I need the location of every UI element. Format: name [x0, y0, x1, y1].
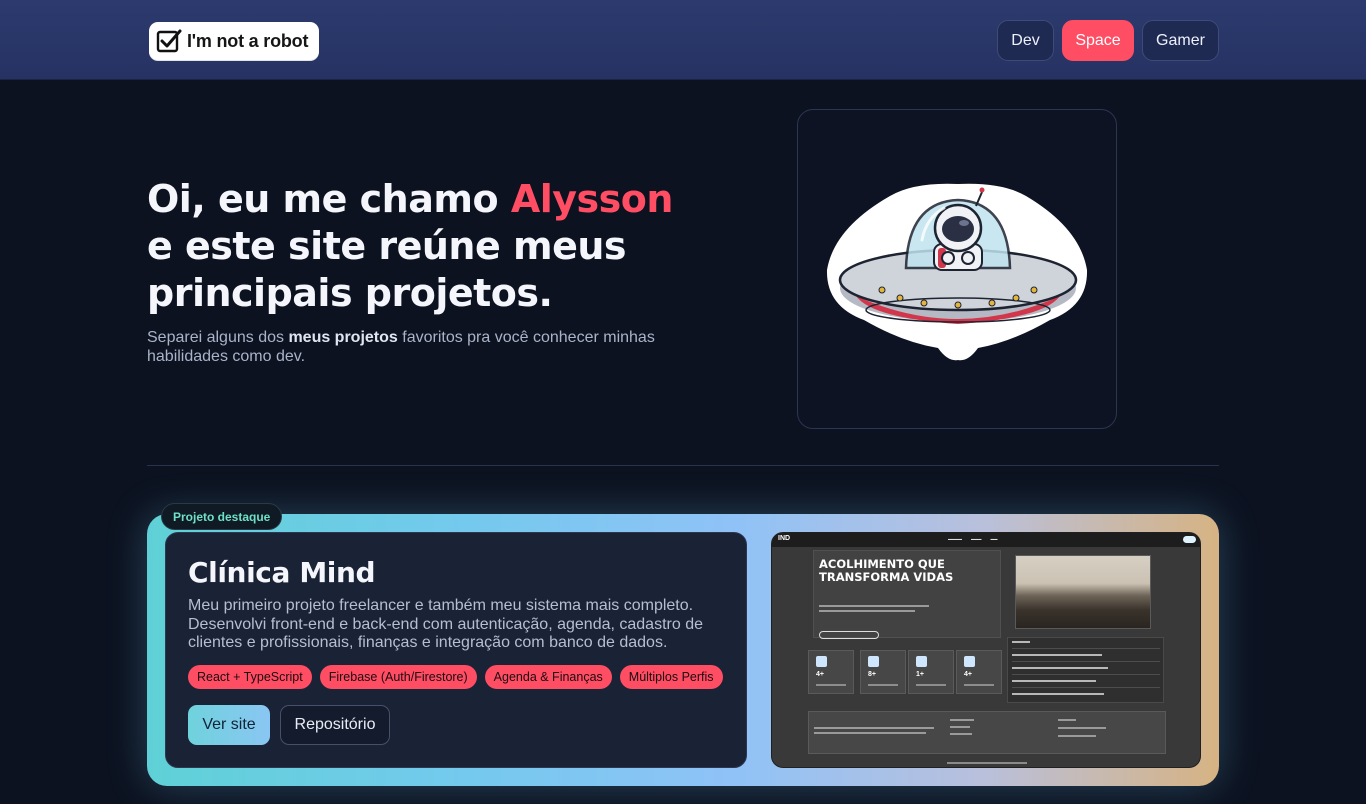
view-site-button[interactable]: Ver site	[188, 705, 270, 745]
tech-tag: React + TypeScript	[188, 665, 312, 689]
tech-tags: React + TypeScript Firebase (Auth/Firest…	[188, 665, 723, 689]
hero-illustration-card	[797, 109, 1117, 429]
hero-subtitle-bold: meus projetos	[288, 329, 398, 346]
preview-nav-button	[1183, 536, 1196, 543]
section-divider	[147, 465, 1219, 466]
tech-tag: Agenda & Finanças	[484, 665, 612, 689]
hero-subtitle-prefix: Separei alguns dos	[147, 329, 289, 346]
preview-cta	[819, 631, 879, 639]
preview-text-line	[819, 605, 929, 607]
tech-tag: Firebase (Auth/Firestore)	[319, 665, 477, 689]
preview-office-photo	[1015, 555, 1151, 629]
featured-badge: Projeto destaque	[161, 503, 283, 530]
theme-space-button[interactable]: Space	[1062, 20, 1134, 61]
preview-nav-links: ▬▬▬▬ ▬▬▬ ▬▬	[948, 537, 998, 541]
preview-stat-card: 8+	[860, 650, 906, 694]
site-logo[interactable]: I'm not a robot	[149, 22, 319, 60]
preview-stat-card: 4+	[956, 650, 1002, 694]
preview-stat-card: 4+	[808, 650, 854, 694]
hero-greeting-suffix: e este site reúne meus principais projet…	[147, 224, 627, 315]
hero-subtitle: Separei alguns dos meus projetos favorit…	[147, 328, 667, 366]
hero-title: Oi, eu me chamo Alysson e este site reúne…	[147, 176, 747, 317]
tech-tag: Múltiplos Perfis	[619, 665, 723, 689]
theme-dev-button[interactable]: Dev	[997, 20, 1054, 61]
repository-button[interactable]: Repositório	[280, 705, 390, 745]
preview-logo: IND	[778, 535, 791, 542]
preview-text-line	[819, 610, 915, 612]
preview-stat-card: 1+	[908, 650, 954, 694]
theme-gamer-button[interactable]: Gamer	[1142, 20, 1219, 61]
project-title: Clínica Mind	[188, 556, 376, 589]
top-navbar: I'm not a robot Dev Space Gamer	[0, 0, 1366, 80]
checkbox-icon	[156, 29, 182, 53]
astronaut-ufo-icon	[826, 183, 1088, 361]
hero-name: Alysson	[510, 177, 674, 221]
preview-headline: ACOLHIMENTO QUE TRANSFORMA VIDAS	[819, 557, 954, 584]
project-preview-image[interactable]: IND ▬▬▬▬ ▬▬▬ ▬▬ ACOLHIMENTO QUE TRANSFORMA…	[771, 532, 1201, 768]
hero-greeting: Oi, eu me chamo	[147, 177, 511, 221]
logo-text: I'm not a robot	[187, 30, 309, 51]
project-description: Meu primeiro projeto freelancer e também…	[188, 597, 703, 651]
